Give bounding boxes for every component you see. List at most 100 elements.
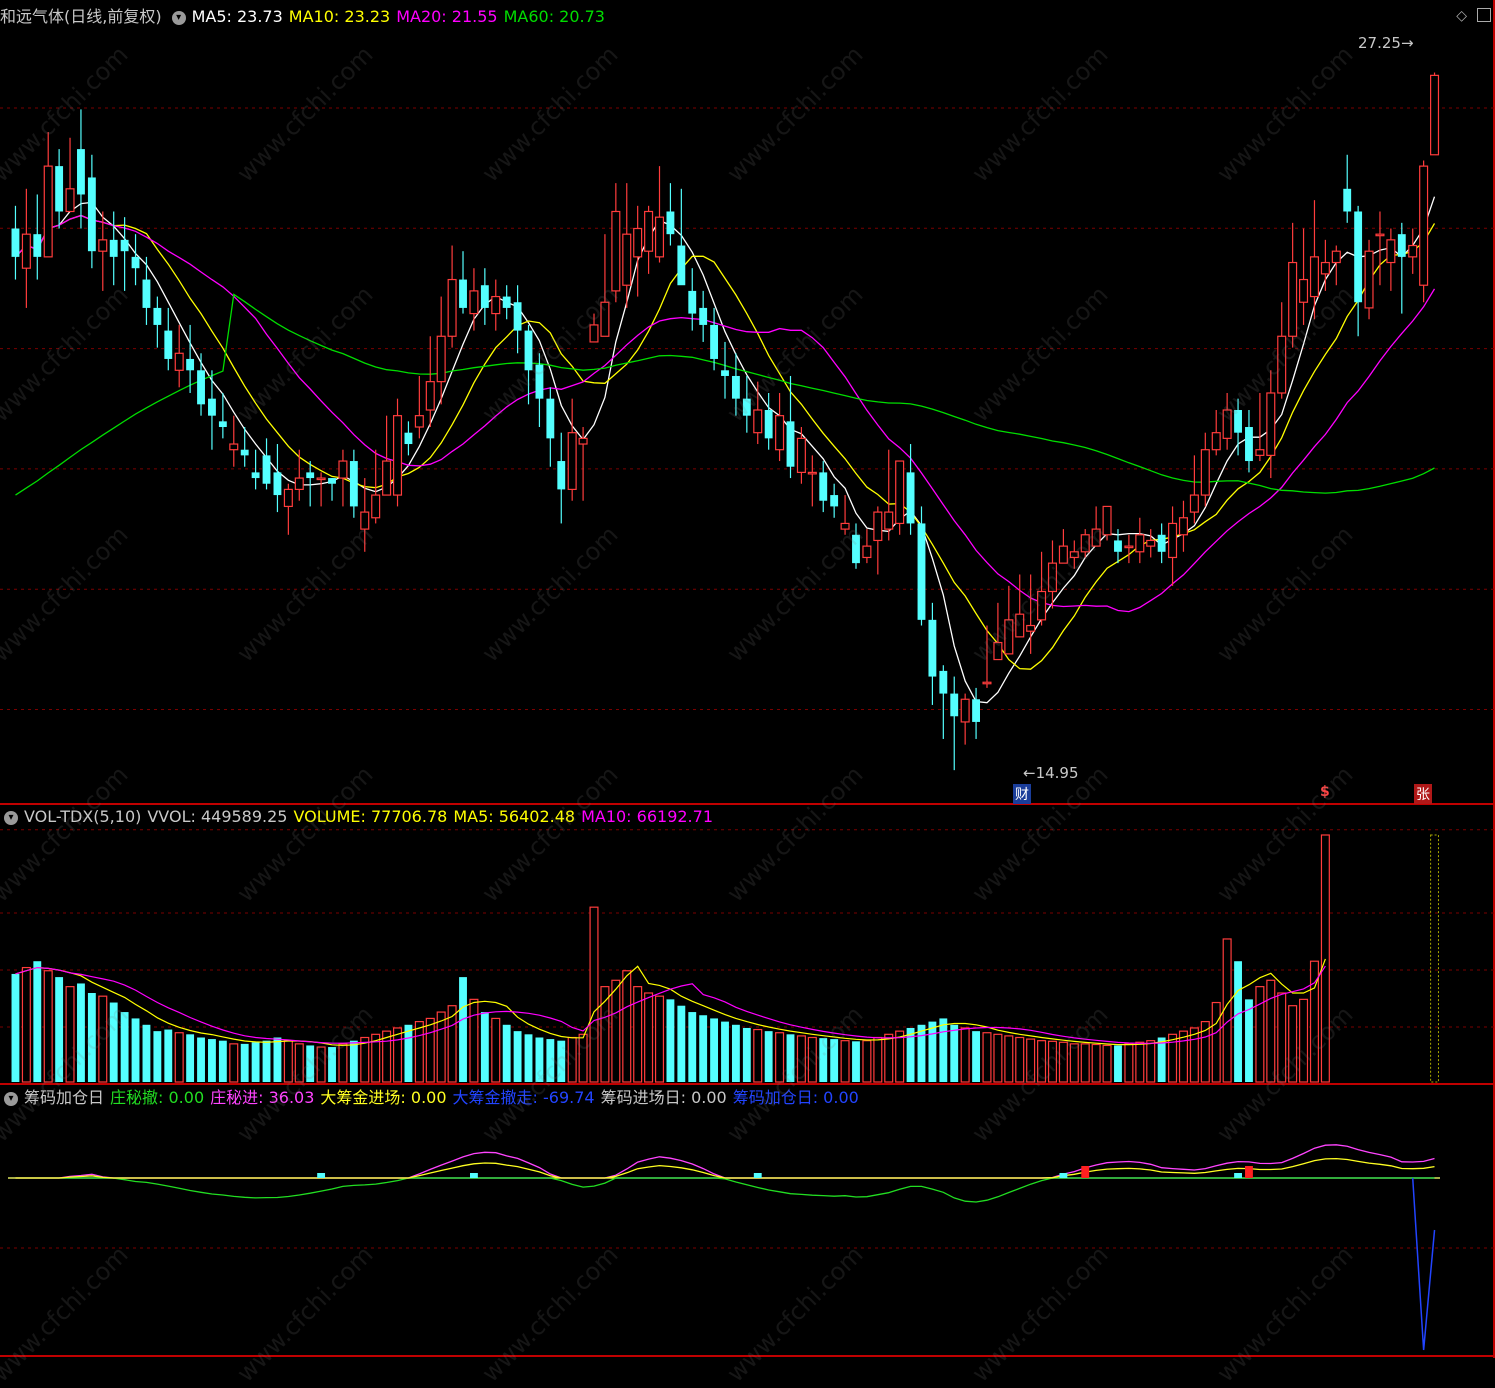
candle-body-down <box>1157 534 1166 552</box>
volume-bar <box>491 1017 501 1083</box>
candle-body-down <box>830 495 839 507</box>
dollar-tag[interactable]: $ <box>1320 784 1330 800</box>
candle-body-up <box>1386 239 1396 264</box>
volume-bar <box>1234 961 1242 1082</box>
candle-body-up <box>1320 261 1330 275</box>
volume-bar <box>21 966 31 1083</box>
volume-bar <box>622 970 632 1083</box>
candle-body-down <box>524 330 533 371</box>
volume-bar <box>480 1012 489 1082</box>
candle-body-up <box>371 494 381 519</box>
chip-signal-bar <box>1245 1166 1253 1178</box>
volume-bar <box>1299 998 1309 1083</box>
volume-bar <box>939 1018 948 1082</box>
big-fund-out-spike <box>1411 1177 1436 1351</box>
chevron-down-icon[interactable]: ▾ <box>4 810 18 825</box>
candle-body-up <box>775 415 785 451</box>
candle-body-up <box>316 477 326 481</box>
candle-body-down <box>153 307 162 325</box>
volume-bar <box>1222 938 1232 1083</box>
volume-bar <box>1245 999 1253 1082</box>
candle-body-up <box>589 324 599 343</box>
chevron-down-icon[interactable]: ▾ <box>171 10 186 25</box>
volume-bar <box>677 1005 686 1082</box>
volume-bar <box>164 1029 173 1082</box>
finance-tag[interactable]: 财 <box>1013 784 1031 804</box>
diamond-icon[interactable]: ◇ <box>1456 8 1467 24</box>
candle-body-down <box>306 472 315 479</box>
candle-body-down <box>513 302 522 331</box>
candle-body-down <box>688 290 697 314</box>
zhuang-jin-line <box>15 1144 1435 1179</box>
candle-body-up <box>382 460 392 496</box>
volume-bar <box>65 986 75 1083</box>
volume-bar <box>982 1032 992 1083</box>
volume-bar <box>283 1040 293 1083</box>
candle-body-up <box>895 460 905 525</box>
volume-bar <box>884 1033 894 1083</box>
candle-body-up <box>425 381 435 411</box>
candle-body-up <box>1222 409 1232 439</box>
candle-body-down <box>120 239 129 252</box>
zhuang-che-label: 庄秘撤: 0.00 <box>110 1088 205 1107</box>
volume-bar <box>567 1036 577 1083</box>
candle-body-down <box>1343 188 1352 212</box>
volume-bar <box>862 1040 872 1083</box>
volume-bar <box>666 999 675 1082</box>
candle-body-up <box>65 188 75 213</box>
volume-bar <box>557 1040 566 1082</box>
candle-body-up <box>1026 624 1036 632</box>
volume-bar <box>294 1043 304 1083</box>
indicator-name[interactable]: 筹码加仓日 <box>24 1088 104 1107</box>
volume-bar <box>972 1031 980 1082</box>
candle-body-down <box>240 449 249 456</box>
candle-body-up <box>43 165 53 258</box>
candle-body-up <box>1189 494 1199 513</box>
candle-body-up <box>644 210 654 252</box>
limit-up-tag[interactable]: 张 <box>1414 784 1432 804</box>
candle-body-up <box>1037 590 1047 621</box>
volume-bar <box>1047 1040 1058 1083</box>
candle-body-down <box>262 455 271 484</box>
candle-body-up <box>567 432 577 491</box>
zhuang-jin-label: 庄秘进: 36.03 <box>210 1088 315 1107</box>
candle-body-down <box>55 166 64 212</box>
candle-body-up <box>1080 534 1090 553</box>
candle-body-down <box>208 398 216 416</box>
volume-bar <box>1004 1035 1014 1083</box>
candle-body-up <box>993 641 1003 661</box>
candle-body-up <box>1288 261 1298 337</box>
volume-bar <box>1288 1005 1298 1083</box>
volume-bar <box>819 1038 828 1082</box>
candle-body-up <box>654 216 665 258</box>
volume-bar <box>775 1032 785 1083</box>
stock-chart[interactable] <box>0 0 1495 1358</box>
candle-body-up <box>98 239 108 252</box>
volume-bar <box>502 1024 511 1082</box>
candle-body-down <box>721 370 729 376</box>
stock-title[interactable]: 和远气体(日线,前复权) <box>0 7 162 26</box>
candle-body-down <box>77 149 85 195</box>
volume-bar <box>11 973 20 1082</box>
candle-body-up <box>1069 551 1079 559</box>
volume-bar <box>699 1015 708 1082</box>
window-toggle-icon[interactable] <box>1477 8 1491 22</box>
candle-body-up <box>1299 278 1309 303</box>
chevron-down-icon[interactable]: ▾ <box>4 1091 18 1106</box>
candle-body-down <box>666 211 675 235</box>
volume-bar <box>611 979 621 1083</box>
candle-body-up <box>338 460 348 479</box>
chip-signal-bar <box>317 1173 326 1178</box>
vol-ma10-label: MA10: 66192.71 <box>581 807 713 826</box>
candle-body-up <box>862 545 872 559</box>
volume-bar <box>1037 1040 1047 1083</box>
candle-body-up <box>578 437 588 445</box>
candle-body-down <box>535 364 544 399</box>
vol-indicator-name[interactable]: VOL-TDX(5,10) <box>24 807 141 826</box>
vol-ma5-label: MA5: 56402.48 <box>453 807 576 826</box>
low-price-label: ←14.95 <box>1023 764 1079 782</box>
candle-body-down <box>480 285 489 308</box>
volume-bar <box>98 995 108 1083</box>
candle-body-down <box>852 534 860 564</box>
candle-body-down <box>197 370 205 405</box>
